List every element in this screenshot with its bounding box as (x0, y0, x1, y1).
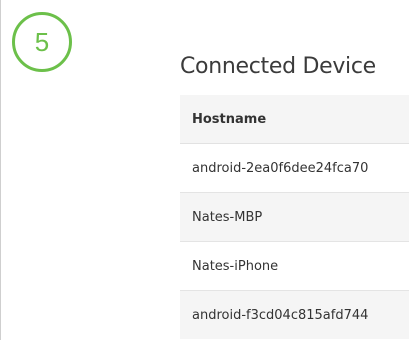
hostname-cell: Nates-MBP (180, 192, 409, 242)
table-row: android-2ea0f6dee24fca70 (180, 143, 409, 193)
left-border (0, 0, 1, 340)
step-number-badge: 5 (12, 12, 72, 72)
hostname-cell: android-f3cd04c815afd744 (180, 290, 409, 339)
table-row: Nates-MBP (180, 192, 409, 242)
table-row: Nates-iPhone (180, 241, 409, 291)
hostname-cell: android-2ea0f6dee24fca70 (180, 143, 409, 193)
hostname-cell: Nates-iPhone (180, 241, 409, 291)
column-header-hostname: Hostname (180, 95, 409, 144)
connected-device-table: Hostname android-2ea0f6dee24fca70 Nates-… (180, 95, 409, 339)
table-row: android-f3cd04c815afd744 (180, 290, 409, 339)
section-title: Connected Device (180, 54, 376, 79)
table-header-row: Hostname (180, 95, 409, 144)
